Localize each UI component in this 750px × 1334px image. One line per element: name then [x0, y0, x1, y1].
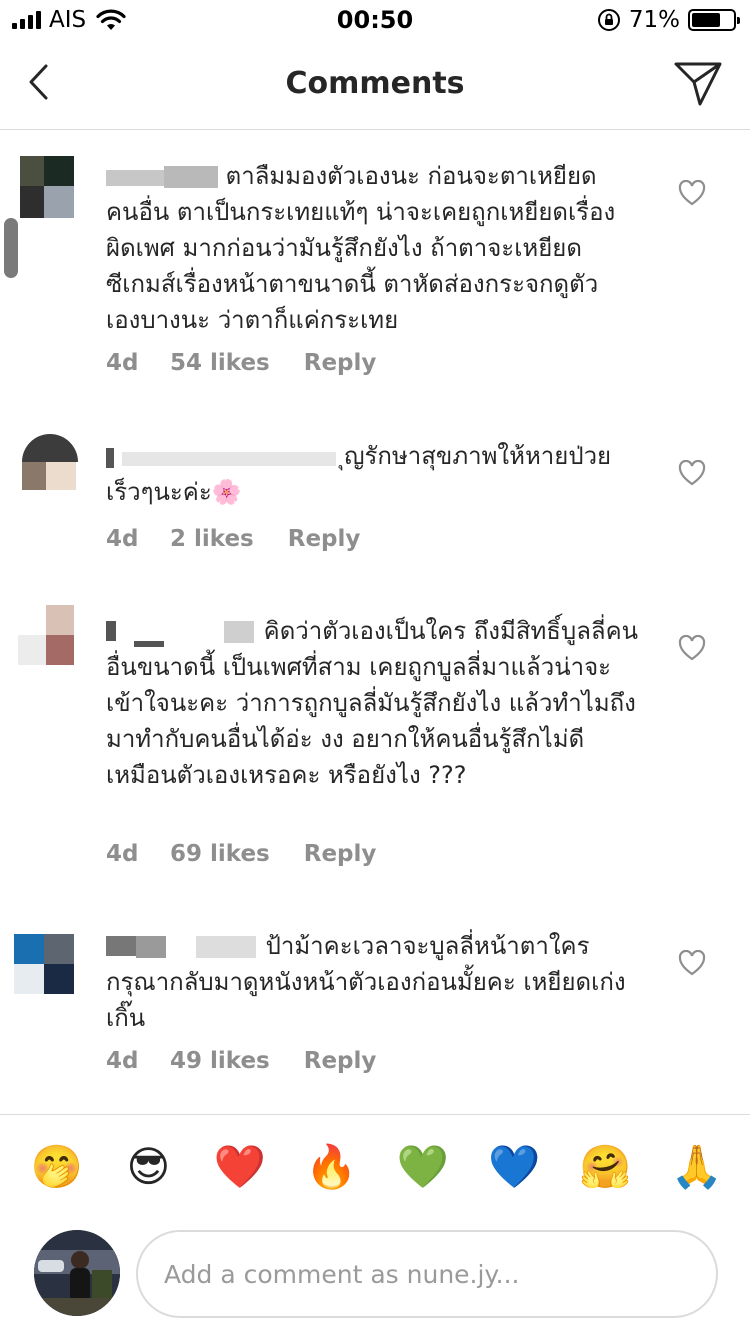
- avatar[interactable]: [14, 934, 76, 996]
- page-title: Comments: [285, 66, 465, 101]
- emoji-red-heart-icon[interactable]: ❤️: [213, 1142, 267, 1192]
- heart-icon[interactable]: [678, 460, 706, 486]
- comment-text: คิดว่าตัวเองเป็นใคร ถึงมีสิทธิ์บูลลี่คนอ…: [106, 613, 646, 793]
- heart-icon[interactable]: [678, 180, 706, 206]
- comment-text: ุญรักษาสุขภาพให้หายป่วยเร็วๆนะค่ะ🌸: [106, 438, 626, 510]
- header: Comments: [0, 40, 750, 130]
- emoji-hugging-icon[interactable]: 🤗: [579, 1142, 633, 1192]
- reply-button[interactable]: Reply: [288, 526, 361, 552]
- battery-level-fill: [692, 13, 721, 27]
- comment-age: 4d: [106, 1048, 139, 1074]
- comment-composer: [0, 1218, 750, 1334]
- username-blurred[interactable]: [106, 621, 256, 647]
- emoji-hand-over-mouth-icon[interactable]: 🤭: [30, 1142, 84, 1192]
- avatar[interactable]: [18, 605, 76, 665]
- comment-meta: 4d 69 likes Reply: [106, 841, 376, 867]
- heart-icon[interactable]: [678, 635, 706, 661]
- likes-count[interactable]: 69 likes: [170, 841, 270, 867]
- emoji-folded-hands-icon[interactable]: 🙏: [670, 1142, 724, 1192]
- emoji-blue-heart-icon[interactable]: 💙: [487, 1142, 541, 1192]
- comment-text: ป้าม้าคะเวลาจะบูลลี่หน้าตาใคร กรุณากลับม…: [106, 928, 626, 1036]
- heart-icon[interactable]: [678, 950, 706, 976]
- likes-count[interactable]: 2 likes: [170, 526, 254, 552]
- likes-count[interactable]: 49 likes: [170, 1048, 270, 1074]
- comment-age: 4d: [106, 841, 139, 867]
- comment-item: ตาลืมมองตัวเองนะ ก่อนจะตาเหยียดคนอื่น ตา…: [0, 150, 750, 390]
- username-blurred[interactable]: [106, 446, 336, 468]
- comment-meta: 4d 2 likes Reply: [106, 526, 360, 552]
- battery-icon: [688, 9, 740, 31]
- rotation-lock-icon: [597, 9, 620, 31]
- comment-item: คิดว่าตัวเองเป็นใคร ถึงมีสิทธิ์บูลลี่คนอ…: [0, 605, 750, 875]
- emoji-fire-icon[interactable]: 🔥: [304, 1142, 358, 1192]
- comment-text: ตาลืมมองตัวเองนะ ก่อนจะตาเหยียดคนอื่น ตา…: [106, 158, 626, 338]
- comment-age: 4d: [106, 526, 139, 552]
- avatar[interactable]: [4, 156, 80, 278]
- status-right: 71%: [597, 6, 740, 34]
- username-blurred[interactable]: [106, 936, 258, 958]
- comment-item: ป้าม้าคะเวลาจะบูลลี่หน้าตาใคร กรุณากลับม…: [0, 920, 750, 1090]
- likes-count[interactable]: 54 likes: [170, 350, 270, 376]
- comment-input[interactable]: [136, 1230, 718, 1318]
- comment-meta: 4d 54 likes Reply: [106, 350, 376, 376]
- avatar[interactable]: [22, 434, 78, 490]
- status-bar: AIS 00:50 71%: [0, 0, 750, 40]
- avatar: [34, 1230, 120, 1316]
- comment-item: ุญรักษาสุขภาพให้หายป่วยเร็วๆนะค่ะ🌸 4d 2 …: [0, 430, 750, 560]
- profile-photo: [34, 1230, 120, 1316]
- reply-button[interactable]: Reply: [304, 350, 377, 376]
- emoji-sunglasses-icon[interactable]: 😎: [121, 1142, 175, 1192]
- battery-percent: 71%: [628, 7, 680, 33]
- reply-button[interactable]: Reply: [304, 1048, 377, 1074]
- comment-meta: 4d 49 likes Reply: [106, 1048, 376, 1074]
- paper-plane-icon[interactable]: [672, 58, 724, 108]
- comment-age: 4d: [106, 350, 139, 376]
- emoji-green-heart-icon[interactable]: 💚: [396, 1142, 450, 1192]
- reply-button[interactable]: Reply: [304, 841, 377, 867]
- emoji-quick-bar: 🤭 😎 ❤️ 🔥 💚 💙 🤗 🙏: [0, 1114, 750, 1218]
- username-blurred[interactable]: [106, 166, 218, 188]
